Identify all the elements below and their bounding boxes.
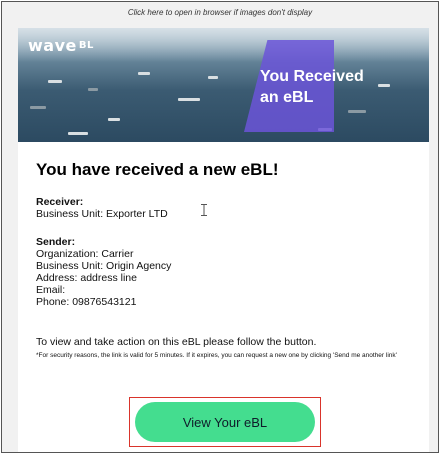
instructions-text: To view and take action on this eBL plea… bbox=[36, 336, 317, 348]
wave-bl-logo: wave BL bbox=[28, 36, 94, 55]
sender-email: Email: bbox=[36, 284, 66, 296]
ship-graphic bbox=[348, 110, 366, 113]
hero-banner: wave BL You Received an eBL bbox=[18, 28, 429, 142]
sender-section: Sender: Organization: Carrier Business U… bbox=[36, 236, 171, 308]
logo-suffix: BL bbox=[78, 40, 94, 51]
receiver-label: Receiver: bbox=[36, 196, 84, 208]
sender-label: Sender: bbox=[36, 236, 76, 248]
banner-title-line1: You Received bbox=[260, 68, 364, 85]
view-ebl-button[interactable]: View Your eBL bbox=[135, 402, 315, 442]
button-highlight-box: View Your eBL bbox=[129, 397, 321, 447]
ship-graphic bbox=[88, 88, 98, 91]
logo-text: wave bbox=[28, 36, 77, 55]
ship-graphic bbox=[138, 72, 150, 75]
ship-graphic bbox=[178, 98, 200, 101]
receiver-section: Receiver: Business Unit: Exporter LTD bbox=[36, 196, 168, 220]
security-note: *For security reasons, the link is valid… bbox=[36, 352, 397, 359]
email-viewer-frame: Click here to open in browser if images … bbox=[1, 1, 439, 453]
ship-graphic bbox=[108, 118, 120, 121]
ship-graphic bbox=[48, 80, 62, 83]
ship-graphic bbox=[208, 76, 218, 79]
banner-title: You Received an eBL bbox=[260, 66, 420, 108]
sender-address: Address: address line bbox=[36, 272, 137, 284]
text-cursor-icon bbox=[201, 204, 207, 216]
open-in-browser-link[interactable]: Click here to open in browser if images … bbox=[2, 8, 438, 17]
ship-graphic bbox=[30, 106, 46, 109]
sender-phone: Phone: 09876543121 bbox=[36, 296, 137, 308]
email-body: wave BL You Received an eBL You have rece… bbox=[18, 28, 429, 452]
email-headline: You have received a new eBL! bbox=[36, 160, 279, 179]
sender-organization: Organization: Carrier bbox=[36, 248, 134, 260]
banner-title-line2: an eBL bbox=[260, 89, 314, 106]
receiver-business-unit: Business Unit: Exporter LTD bbox=[36, 208, 168, 220]
sender-business-unit: Business Unit: Origin Agency bbox=[36, 260, 172, 272]
ship-graphic bbox=[68, 132, 88, 135]
